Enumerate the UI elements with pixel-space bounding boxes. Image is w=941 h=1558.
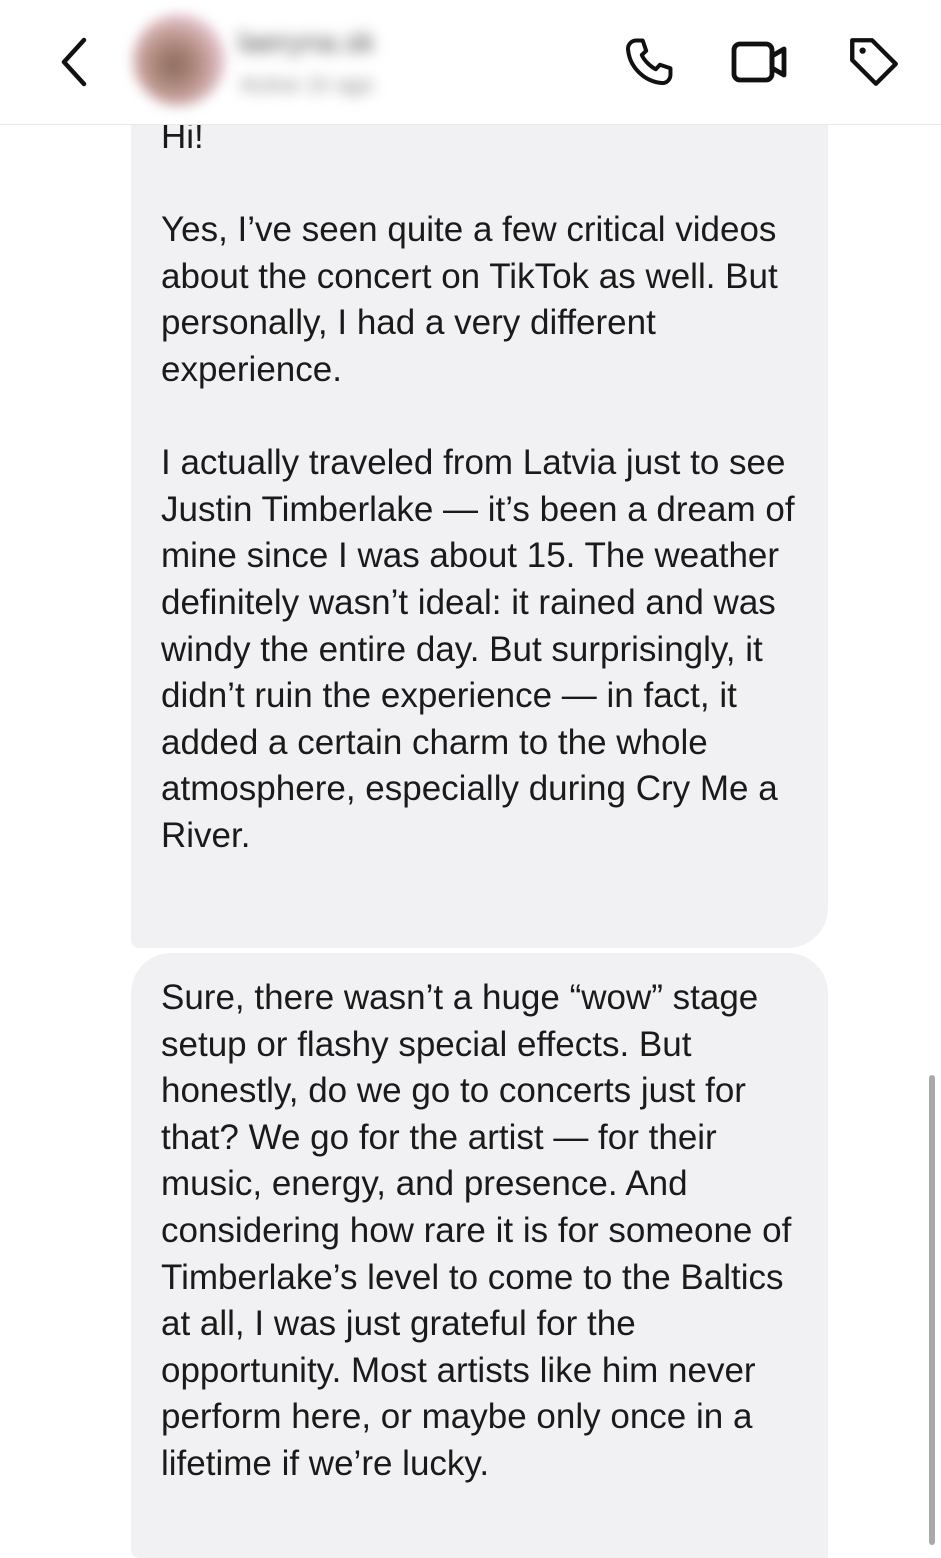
message-bubble-received[interactable]: Hi! Yes, I’ve seen quite a few critical … (131, 90, 828, 948)
dm-screen: Hi! Yes, I’ve seen quite a few critical … (0, 0, 941, 1558)
video-camera-icon (731, 41, 787, 83)
message-thread[interactable]: Hi! Yes, I’ve seen quite a few critical … (0, 0, 941, 1558)
contact-name[interactable]: laeryna.sk (238, 26, 375, 60)
video-call-button[interactable] (728, 30, 792, 94)
scrollbar[interactable] (929, 1075, 935, 1545)
chevron-left-icon (61, 37, 87, 87)
tag-button[interactable] (842, 30, 906, 94)
chat-header: laeryna.sk Active 1h ago (0, 0, 941, 125)
tag-icon (850, 38, 898, 86)
message-bubble-received[interactable]: Sure, there wasn’t a huge “wow” stage se… (131, 953, 828, 1558)
back-button[interactable] (50, 30, 100, 94)
phone-icon (626, 38, 673, 85)
contact-status: Active 1h ago (240, 72, 374, 97)
audio-call-button[interactable] (617, 30, 681, 94)
avatar[interactable] (133, 14, 225, 106)
